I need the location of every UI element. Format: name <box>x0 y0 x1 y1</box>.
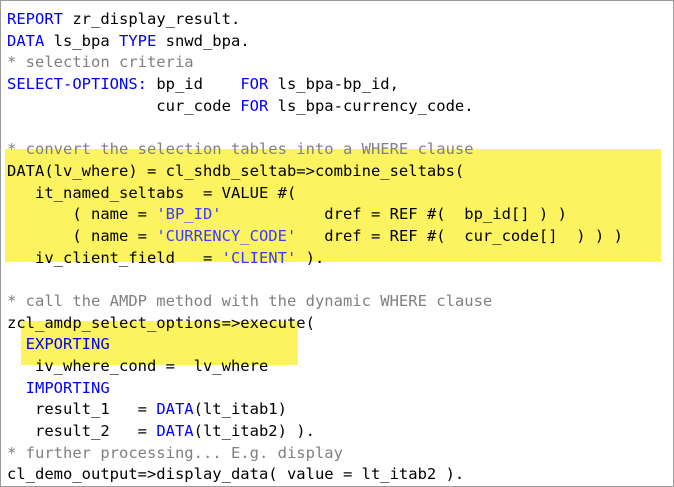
code-token: EXPORTING <box>7 335 110 354</box>
code-token: ls_bpa <box>44 31 119 50</box>
code-token: DATA <box>156 422 194 441</box>
code-line: SELECT-OPTIONS: bp_id FOR ls_bpa-bp_id, <box>7 74 671 96</box>
code-line: ( name = 'CURRENCY_CODE' dref = REF #( c… <box>7 226 671 248</box>
code-token: ls_bpa-currency_code. <box>268 96 474 115</box>
code-token: ls_bpa-bp_id, <box>268 75 399 94</box>
code-line: zcl_amdp_select_options=>execute( <box>7 313 671 335</box>
code-line: cur_code FOR ls_bpa-currency_code. <box>7 96 671 118</box>
code-token: (lt_itab1) <box>193 400 287 419</box>
code-token: DATA <box>156 400 194 419</box>
code-token: ( name = <box>7 226 157 245</box>
code-token: * call the AMDP method with the dynamic … <box>7 291 493 310</box>
code-token: 'CURRENCY_CODE' <box>156 226 297 245</box>
code-token: snwd_bpa. <box>156 31 250 50</box>
code-line: * selection criteria <box>7 52 671 74</box>
code-token: cl_demo_output=>display_data( value = lt… <box>7 465 465 484</box>
code-token: * selection criteria <box>7 53 194 72</box>
code-token: * further processing... E.g. display <box>7 443 343 462</box>
code-token: bp_id <box>146 75 241 94</box>
code-token: DATA(lv_where) = cl_shdb_seltab=>combine… <box>7 161 465 180</box>
code-line: * convert the selection tables into a WH… <box>7 139 671 161</box>
code-token: SELECT-OPTIONS: <box>7 75 147 94</box>
code-token: DATA <box>7 31 45 50</box>
code-token: zcl_amdp_select_options=>execute( <box>7 313 315 332</box>
code-line: result_2 = DATA(lt_itab2) ). <box>7 421 671 443</box>
code-token: (lt_itab2) ). <box>193 422 315 441</box>
code-line: it_named_seltabs = VALUE #( <box>7 183 671 205</box>
code-line: DATA ls_bpa TYPE snwd_bpa. <box>7 31 671 53</box>
code-line: IMPORTING <box>7 378 671 400</box>
code-token: 'CLIENT' <box>221 248 297 267</box>
code-token: IMPORTING <box>7 378 110 397</box>
code-line: EXPORTING <box>7 334 671 356</box>
code-line: * further processing... E.g. display <box>7 443 671 465</box>
code-token: ). <box>296 248 325 267</box>
code-token: iv_where_cond = lv_where <box>7 357 269 375</box>
code-token: FOR <box>240 75 269 94</box>
code-token: 'BP_ID' <box>156 205 222 224</box>
code-line: REPORT zr_display_result. <box>7 9 671 31</box>
code-line: iv_where_cond = lv_where <box>7 356 671 378</box>
code-line: iv_client_field = 'CLIENT' ). <box>7 248 671 270</box>
code-token: iv_client_field = <box>7 248 222 267</box>
code-token: result_2 = <box>7 422 157 441</box>
code-token: ( name = <box>7 205 157 224</box>
code-token: TYPE <box>118 31 157 50</box>
code-token: dref = REF #( bp_id[] ) ) <box>221 205 567 224</box>
code-line: ( name = 'BP_ID' dref = REF #( bp_id[] )… <box>7 204 671 226</box>
code-token: REPORT <box>7 10 63 28</box>
code-token: dref = REF #( cur_code[] ) ) ) <box>296 226 623 245</box>
code-token: it_named_seltabs = VALUE #( <box>7 183 297 202</box>
code-line: * call the AMDP method with the dynamic … <box>7 291 671 313</box>
code-token: zr_display_result. <box>63 10 241 28</box>
code-token: FOR <box>240 96 269 115</box>
code-token: * convert the selection tables into a WH… <box>7 140 474 159</box>
code-token: result_1 = <box>7 400 157 419</box>
code-line: cl_demo_output=>display_data( value = lt… <box>7 464 671 486</box>
code-editor[interactable]: REPORT zr_display_result. DATA ls_bpa TYP… <box>7 9 671 486</box>
code-editor-frame: REPORT zr_display_result. DATA ls_bpa TYP… <box>0 0 674 487</box>
code-line: result_1 = DATA(lt_itab1) <box>7 399 671 421</box>
code-line: DATA(lv_where) = cl_shdb_seltab=>combine… <box>7 161 671 183</box>
code-token: cur_code <box>7 96 241 115</box>
